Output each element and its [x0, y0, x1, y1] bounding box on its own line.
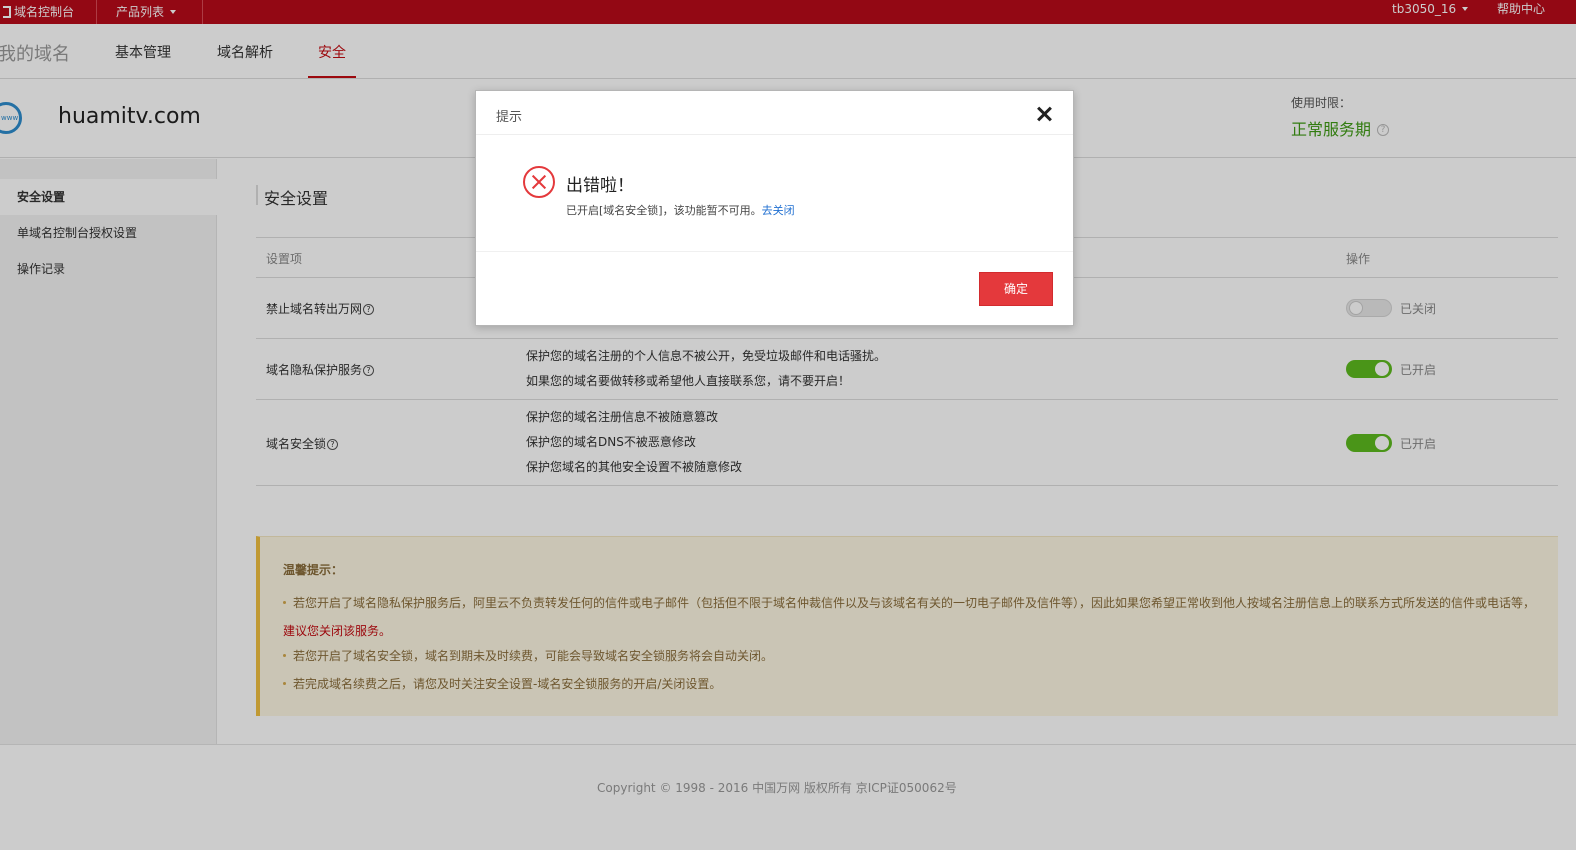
error-message-text: 已开启[域名安全锁]，该功能暂不可用。 [566, 204, 762, 217]
dialog-header: 提示 [476, 91, 1073, 135]
error-message: 已开启[域名安全锁]，该功能暂不可用。去关闭 [566, 202, 795, 218]
go-disable-link[interactable]: 去关闭 [762, 204, 795, 217]
dialog-title: 提示 [496, 110, 523, 125]
close-icon[interactable] [1034, 104, 1054, 124]
confirm-button[interactable]: 确定 [979, 272, 1053, 306]
error-icon [523, 166, 555, 198]
dialog-divider [476, 251, 1073, 252]
error-title: 出错啦！ [566, 176, 634, 196]
error-dialog: 提示 出错啦！ 已开启[域名安全锁]，该功能暂不可用。去关闭 确定 [475, 90, 1074, 326]
